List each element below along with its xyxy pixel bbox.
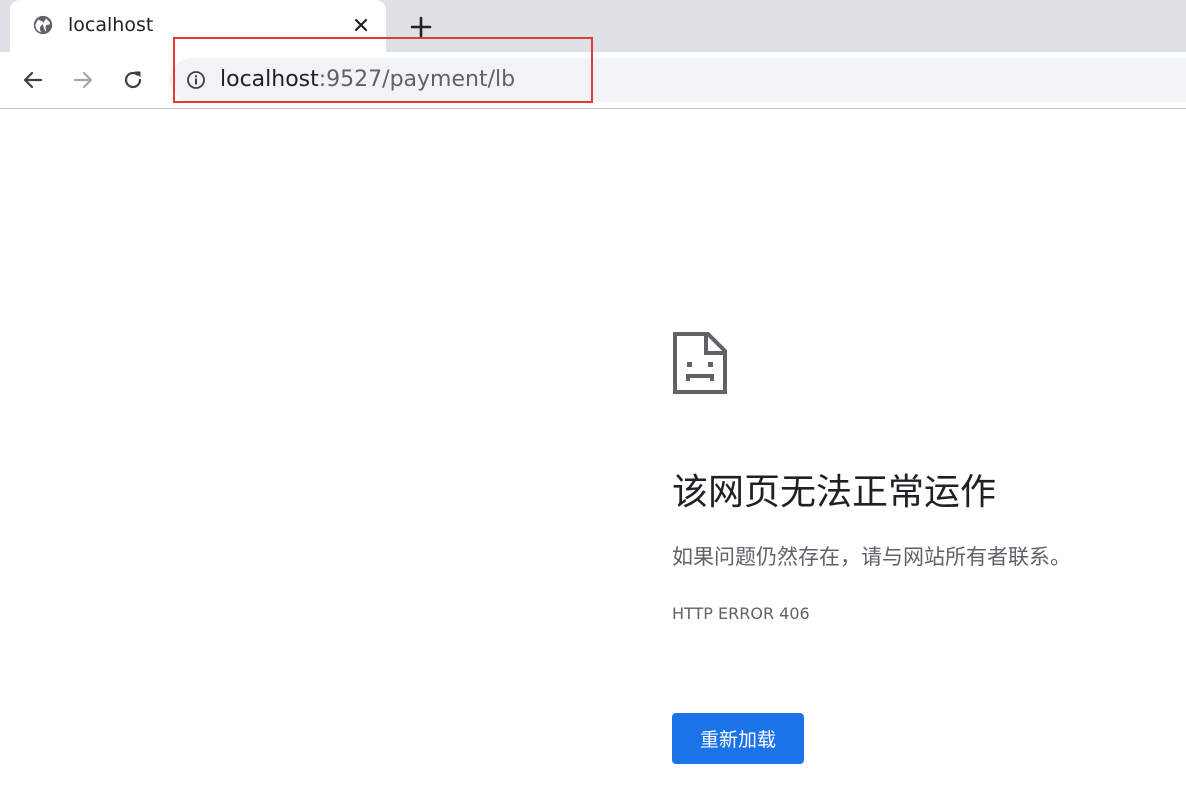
sad-page-icon	[673, 332, 727, 394]
new-tab-button[interactable]	[406, 12, 436, 42]
url-path: :9527/payment/lb	[318, 67, 516, 92]
error-code: HTTP ERROR 406	[672, 604, 810, 623]
back-button[interactable]	[17, 64, 49, 96]
tab-close-button[interactable]	[348, 12, 374, 38]
error-title: 该网页无法正常运作	[672, 472, 997, 513]
url-host: localhost	[220, 67, 319, 92]
info-icon[interactable]	[186, 70, 206, 90]
arrow-left-icon	[23, 71, 43, 89]
url-text[interactable]: localhost:9527/payment/lb	[220, 66, 515, 94]
tab-localhost[interactable]: localhost	[10, 0, 386, 52]
close-icon	[354, 18, 368, 32]
error-page: 该网页无法正常运作 如果问题仍然存在，请与网站所有者联系。 HTTP ERROR…	[0, 109, 1186, 795]
tab-strip: localhost	[0, 0, 1186, 52]
forward-button[interactable]	[67, 64, 99, 96]
toolbar: localhost:9527/payment/lb	[0, 52, 1186, 109]
error-description: 如果问题仍然存在，请与网站所有者联系。	[672, 545, 1071, 569]
tab-title: localhost	[68, 14, 154, 36]
globe-icon	[33, 15, 53, 35]
plus-icon	[410, 16, 432, 38]
reload-button[interactable]	[117, 64, 149, 96]
reload-page-button[interactable]: 重新加载	[672, 713, 804, 764]
address-bar[interactable]: localhost:9527/payment/lb	[170, 58, 1186, 102]
browser-window: localhost localhost:9527/payment/lb 该网页无…	[0, 0, 1186, 795]
reload-icon	[124, 71, 142, 89]
arrow-right-icon	[73, 71, 93, 89]
